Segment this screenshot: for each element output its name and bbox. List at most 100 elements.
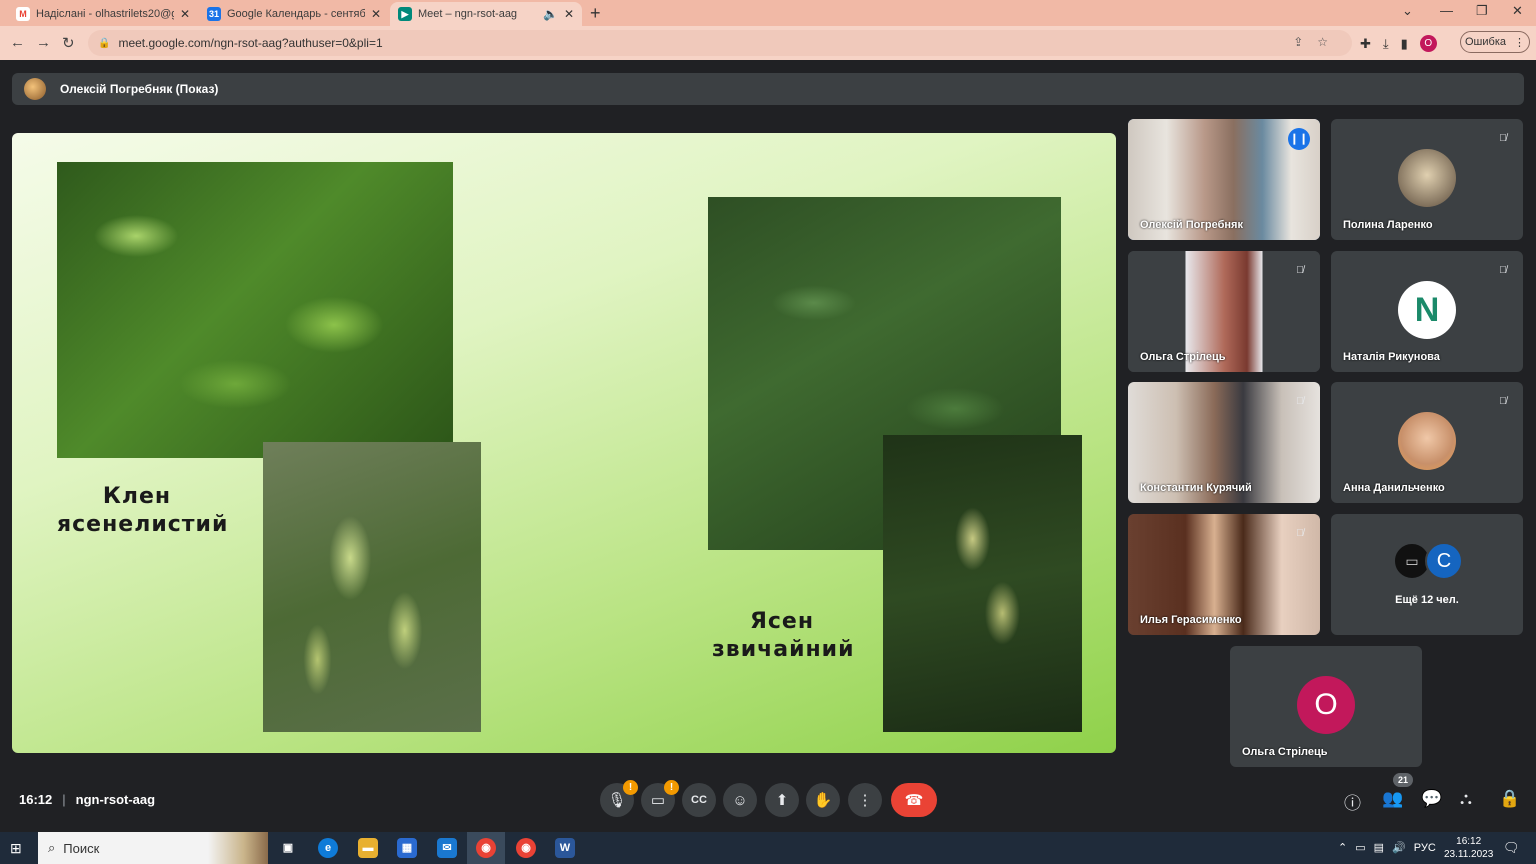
- chat-icon[interactable]: 💬: [1421, 789, 1442, 809]
- reload-button[interactable]: ↻: [62, 34, 75, 52]
- back-button[interactable]: ←: [10, 34, 25, 51]
- search-highlight-image: [208, 832, 268, 864]
- calendar-icon: 31: [207, 7, 221, 21]
- file-explorer-icon[interactable]: ▬: [358, 838, 378, 858]
- extension-icons: ✚ ⤓ ▮ O: [1360, 35, 1437, 52]
- mic-off-icon: 🎙̸: [1499, 265, 1507, 276]
- task-view-icon[interactable]: ▣: [278, 838, 298, 858]
- lock-icon[interactable]: 🔒: [98, 38, 110, 49]
- tab-calendar[interactable]: 31 Google Календарь - сентябрь 2023 ✕: [199, 2, 389, 26]
- taskbar-search[interactable]: ⌕ Поиск: [38, 832, 268, 864]
- windows-start-icon[interactable]: ⊞: [10, 840, 22, 857]
- host-controls-icon[interactable]: 🔒: [1499, 789, 1520, 809]
- hand-icon: ✋: [813, 792, 833, 809]
- tab-gmail[interactable]: M Надіслані - olhastrilets20@gmail.com ✕: [8, 2, 198, 26]
- activities-icon[interactable]: ⛬: [1460, 789, 1472, 809]
- reactions-button[interactable]: ☺: [723, 783, 757, 817]
- participant-tile[interactable]: 🎙̸ N Наталія Рикунова: [1331, 251, 1523, 372]
- participant-tile[interactable]: 🎙̸ Ольга Стрілець: [1128, 251, 1320, 372]
- participant-name: Анна Данильченко: [1343, 482, 1445, 494]
- slide-label-line: Ясен: [749, 609, 815, 634]
- forward-button[interactable]: →: [36, 34, 51, 51]
- new-tab-button[interactable]: +: [590, 3, 601, 24]
- people-icon[interactable]: 👥: [1382, 789, 1403, 809]
- url-bar[interactable]: 🔒 meet.google.com/ngn-rsot-aag?authuser=…: [88, 30, 1352, 56]
- taskbar-clock[interactable]: 16:12 23.11.2023: [1444, 835, 1493, 861]
- url-text: meet.google.com/ngn-rsot-aag?authuser=0&…: [118, 36, 383, 50]
- mic-off-icon: 🎙̸: [1296, 265, 1304, 276]
- participant-tile[interactable]: O Ольга Стрілець: [1230, 646, 1422, 767]
- captions-icon: CC: [691, 794, 707, 806]
- tab-search-icon[interactable]: ⌄: [1402, 3, 1413, 19]
- search-label: Поиск: [63, 840, 100, 856]
- error-button[interactable]: Ошибка ⋮: [1460, 31, 1530, 53]
- participant-count-badge: 21: [1393, 773, 1413, 787]
- speaking-indicator-icon: ❙❙: [1288, 128, 1310, 150]
- browser-tab-strip: M Надіслані - olhastrilets20@gmail.com ✕…: [0, 0, 1536, 26]
- chrome-icon[interactable]: ◉: [516, 838, 536, 858]
- close-icon[interactable]: ✕: [371, 7, 381, 21]
- clock-date: 23.11.2023: [1444, 849, 1494, 860]
- participant-tile[interactable]: 🎙̸ Анна Данильченко: [1331, 382, 1523, 503]
- close-icon[interactable]: ✕: [564, 7, 574, 21]
- search-icon: ⌕: [48, 840, 56, 855]
- emoji-icon: ☺: [732, 791, 748, 809]
- present-button[interactable]: ⬆: [765, 783, 799, 817]
- meet-icon: ▶: [398, 7, 412, 21]
- notifications-icon[interactable]: 🗨: [1503, 840, 1520, 856]
- minimize-button[interactable]: —: [1440, 3, 1453, 18]
- participant-tile[interactable]: 🎙̸ Полина Ларенко: [1331, 119, 1523, 240]
- store-icon[interactable]: ▦: [397, 838, 417, 858]
- tab-title: Google Календарь - сентябрь 2023: [227, 8, 365, 20]
- close-window-button[interactable]: ✕: [1512, 3, 1523, 19]
- profile-avatar[interactable]: O: [1419, 35, 1437, 52]
- participant-name: Ольга Стрілець: [1242, 746, 1328, 758]
- presenter-avatar: [24, 78, 46, 100]
- slide-label-line: звичайний: [712, 637, 855, 662]
- tab-title: Надіслані - olhastrilets20@gmail.com: [36, 8, 174, 20]
- gmail-icon: M: [16, 7, 30, 21]
- more-participants-tile[interactable]: ▭ C Ещё 12 чел.: [1331, 514, 1523, 635]
- mic-off-icon: 🎙̸: [1499, 396, 1507, 407]
- camera-button[interactable]: ▭!: [641, 780, 679, 817]
- windows-taskbar: ⊞ ⌕ Поиск ▣ e ▬ ▦ ✉ ◉ ◉ W ⌃ ▭ ▤ 🔊 РУС 16…: [0, 832, 1536, 864]
- speaker-icon[interactable]: 🔈: [543, 7, 558, 21]
- participant-tile[interactable]: ❙❙ Олексій Погребняк: [1128, 119, 1320, 240]
- extensions-icon[interactable]: ✚: [1360, 36, 1371, 52]
- sidepanel-icon[interactable]: ▮: [1401, 36, 1408, 52]
- captions-button[interactable]: CC: [682, 783, 716, 817]
- leave-call-button[interactable]: ☎: [891, 783, 937, 817]
- participant-tile[interactable]: 🎙̸ Илья Герасименко: [1128, 514, 1320, 635]
- word-icon[interactable]: W: [555, 838, 575, 858]
- raise-hand-button[interactable]: ✋: [806, 783, 840, 817]
- avatar: C: [1425, 542, 1463, 580]
- presenter-label: Олексій Погребняк (Показ): [60, 82, 219, 96]
- participant-tile[interactable]: 🎙̸ Константин Курячий: [1128, 382, 1320, 503]
- chevron-up-icon[interactable]: ⌃: [1338, 841, 1347, 854]
- present-icon: ⬆: [775, 792, 789, 809]
- share-star-icons[interactable]: ⇪☆: [1293, 35, 1342, 49]
- close-icon[interactable]: ✕: [180, 7, 190, 21]
- tab-title: Meet – ngn-rsot-aag: [418, 8, 518, 20]
- mic-button[interactable]: 🎙!: [600, 780, 638, 817]
- mail-icon[interactable]: ✉: [437, 838, 457, 858]
- participant-name: Илья Герасименко: [1140, 614, 1242, 626]
- download-icon[interactable]: ⤓: [1383, 36, 1389, 52]
- shared-presentation: Клен ясенелистий Ясен звичайний: [12, 133, 1116, 753]
- participant-name: Константин Курячий: [1140, 482, 1252, 494]
- tab-meet[interactable]: ▶ Meet – ngn-rsot-aag 🔈 ✕: [390, 2, 582, 26]
- info-icon[interactable]: ⓘ: [1344, 789, 1361, 814]
- display-icon[interactable]: ▭: [1355, 841, 1365, 854]
- language-indicator[interactable]: РУС: [1414, 842, 1436, 854]
- network-icon[interactable]: ▤: [1374, 841, 1384, 854]
- edge-icon[interactable]: e: [318, 838, 338, 858]
- restore-button[interactable]: ❐: [1476, 3, 1488, 19]
- participant-name: Ольга Стрілець: [1140, 351, 1226, 363]
- slide-label-maple: Клен ясенелистий: [57, 483, 227, 539]
- volume-icon[interactable]: 🔊: [1392, 841, 1406, 854]
- chrome-icon[interactable]: ◉: [476, 838, 496, 858]
- camera-icon: ▭: [650, 792, 666, 809]
- more-avatars: ▭ C: [1393, 542, 1469, 580]
- more-options-button[interactable]: ⋮: [848, 783, 882, 817]
- avatar: N: [1398, 281, 1456, 339]
